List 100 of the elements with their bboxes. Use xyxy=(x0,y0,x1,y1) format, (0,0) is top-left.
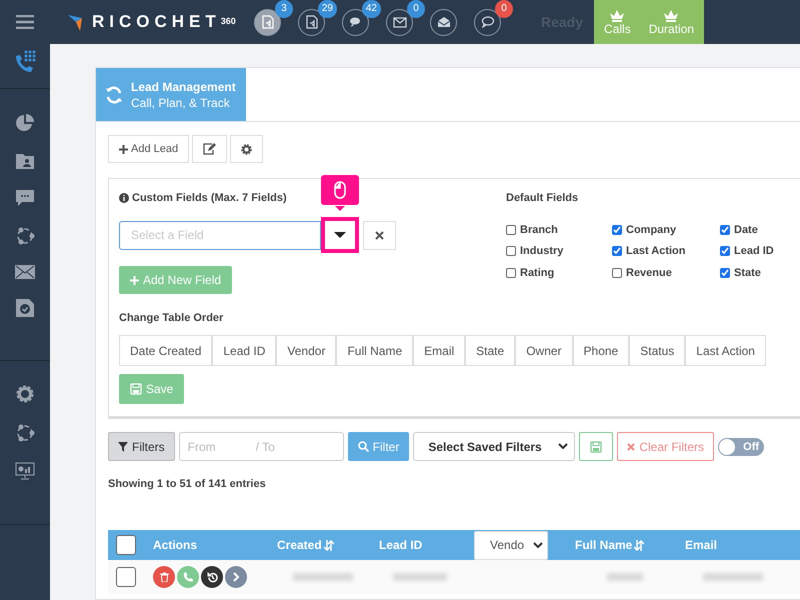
checkbox-label: Company xyxy=(626,224,676,236)
share-icon[interactable] xyxy=(15,226,35,246)
column-chip[interactable]: Phone xyxy=(572,335,630,366)
sort-icon xyxy=(634,540,644,550)
default-fields-title: Default Fields xyxy=(506,192,580,204)
settings-icon xyxy=(241,144,252,154)
count-badge: 3 xyxy=(275,0,293,18)
field-checkbox[interactable]: Last Action xyxy=(612,240,720,262)
share-icon[interactable] xyxy=(15,423,35,443)
settings-icon[interactable] xyxy=(15,384,35,404)
checkbox[interactable] xyxy=(506,246,516,256)
info-icon xyxy=(119,193,129,203)
column-chip[interactable]: Last Action xyxy=(685,335,766,366)
field-checkbox[interactable]: Lead ID xyxy=(720,240,790,262)
audio-file-icon xyxy=(306,15,318,29)
blurred-text xyxy=(293,573,353,581)
envelope-icon xyxy=(392,16,406,28)
phone-keypad-icon[interactable] xyxy=(13,50,37,74)
checkbox-label: Industry xyxy=(520,245,564,258)
checkbox[interactable] xyxy=(612,268,622,278)
checkbox-label: Lead ID xyxy=(734,245,774,258)
close-icon xyxy=(375,230,384,240)
open-envelope-icon xyxy=(436,16,450,28)
plus-icon xyxy=(130,276,139,284)
column-chip[interactable]: Email xyxy=(413,335,466,366)
edit-icon xyxy=(203,143,216,155)
notification-button[interactable] xyxy=(254,8,281,36)
history-button[interactable] xyxy=(201,566,223,588)
checkbox-label: Date xyxy=(734,224,758,236)
close-icon xyxy=(627,442,636,450)
checkbox[interactable] xyxy=(720,224,730,235)
plus-icon xyxy=(119,144,128,154)
caret-icon xyxy=(334,232,346,238)
blurred-text xyxy=(393,573,447,581)
field-checkbox[interactable]: Industry xyxy=(506,240,612,262)
checkbox-label: Rating xyxy=(520,266,554,279)
checkbox-label: State xyxy=(734,266,761,279)
logo-text: RICOCHET xyxy=(92,12,221,32)
chevron-down-icon xyxy=(533,542,543,548)
checkbox-label: Last Action xyxy=(626,245,686,258)
checklist-icon[interactable] xyxy=(15,298,35,318)
column-chip[interactable]: State xyxy=(465,335,516,366)
field-checkbox[interactable]: Revenue xyxy=(612,262,720,284)
clear-button[interactable] xyxy=(363,220,396,250)
history-icon xyxy=(206,572,218,582)
delete-button[interactable] xyxy=(153,566,175,588)
column-chip[interactable]: Status xyxy=(629,335,686,366)
chevron-right-icon xyxy=(232,572,240,582)
field-checkbox[interactable]: State xyxy=(720,262,790,284)
custom-fields-label: Custom Fields (Max. 7 Fields) xyxy=(132,192,287,204)
search-icon xyxy=(358,441,369,452)
funnel-icon xyxy=(118,442,128,452)
crown-icon xyxy=(609,8,626,22)
logo-superscript: 360 xyxy=(220,16,236,26)
checkbox-label: Revenue xyxy=(626,266,672,279)
monitor-chart-icon[interactable] xyxy=(15,462,35,480)
column-chip[interactable]: Owner xyxy=(515,335,573,366)
row-checkbox[interactable] xyxy=(116,567,136,587)
date-range-field[interactable]: From / To xyxy=(178,432,344,461)
field-checkbox[interactable]: Date xyxy=(720,219,790,240)
chat-bubbles-icon xyxy=(348,16,362,28)
count-badge: 0 xyxy=(495,0,513,18)
count-badge: 0 xyxy=(407,0,425,18)
settings-button[interactable] xyxy=(230,135,264,163)
mouse-icon xyxy=(334,181,346,199)
select-all-checkbox[interactable] xyxy=(116,535,136,555)
checkbox[interactable] xyxy=(506,268,516,278)
column-chip[interactable]: Date Created xyxy=(119,335,212,366)
chat-icon[interactable] xyxy=(15,189,35,207)
field-checkbox[interactable]: Company xyxy=(612,219,720,240)
checkbox[interactable] xyxy=(720,246,730,256)
crown-icon xyxy=(663,8,680,22)
pie-chart-icon[interactable] xyxy=(15,113,35,133)
phone-icon xyxy=(183,572,193,582)
checkbox[interactable] xyxy=(612,224,622,235)
checkbox[interactable] xyxy=(612,246,622,256)
envelope-icon[interactable] xyxy=(15,265,35,279)
saved-filters-select[interactable]: Select Saved Filters xyxy=(413,432,576,461)
contact-folder-icon[interactable] xyxy=(15,152,35,170)
field-checkbox[interactable]: Rating xyxy=(506,262,612,284)
trash-icon xyxy=(160,572,168,582)
notification-button[interactable] xyxy=(430,8,457,36)
refresh-icon xyxy=(104,84,124,104)
sort-icon xyxy=(324,540,334,550)
checkbox[interactable] xyxy=(720,268,730,278)
column-select[interactable]: Vendo xyxy=(474,530,548,560)
field-checkbox[interactable]: Branch xyxy=(506,219,612,240)
blurred-text xyxy=(703,573,763,581)
edit-button[interactable] xyxy=(192,135,228,163)
chevron-down-icon xyxy=(558,443,568,450)
column-chip[interactable]: Vendor xyxy=(276,335,336,366)
checkbox[interactable] xyxy=(506,224,516,235)
filters-button[interactable]: Filters xyxy=(108,432,175,461)
column-chip[interactable]: Lead ID xyxy=(212,335,276,366)
entries-count: Showing 1 to 51 of 141 entries xyxy=(107,477,267,490)
add-lead-button[interactable]: Add Lead xyxy=(108,135,190,163)
count-badge: 29 xyxy=(318,0,337,18)
column-chip[interactable]: Full Name xyxy=(336,335,414,366)
audio-file-icon xyxy=(262,15,274,29)
blurred-text xyxy=(607,573,643,581)
